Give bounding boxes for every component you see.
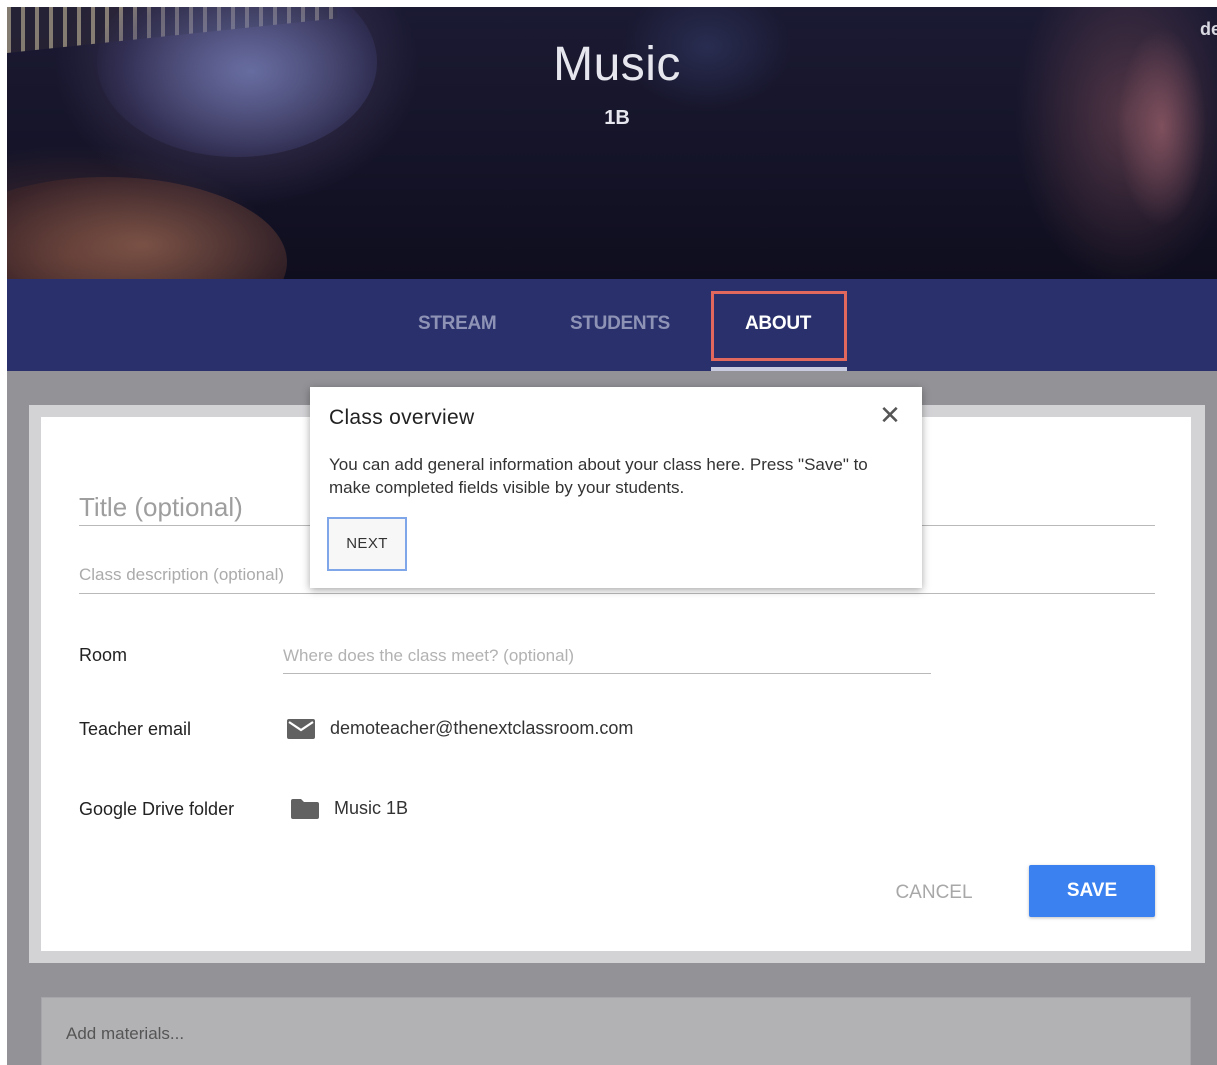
drive-folder-label: Google Drive folder	[79, 799, 235, 819]
add-materials-placeholder: Add materials...	[66, 1024, 185, 1043]
class-banner: Music 1B de	[7, 7, 1217, 279]
banner-guitar-body	[7, 177, 287, 279]
class-tab-bar: STREAM STUDENTS ABOUT	[7, 279, 1217, 371]
mail-icon	[287, 719, 315, 739]
class-section: 1B	[604, 107, 630, 129]
drive-folder-link[interactable]: Music 1B	[334, 798, 408, 819]
tab-about-highlight-box	[711, 291, 847, 361]
tab-students[interactable]: STUDENTS	[570, 309, 670, 339]
popup-body-text: You can add general information about yo…	[329, 455, 868, 497]
classroom-page: Music 1B de STREAM STUDENTS ABOUT Title …	[7, 7, 1217, 1065]
tab-stream[interactable]: STREAM	[418, 309, 497, 339]
teacher-email-label: Teacher email	[79, 719, 192, 739]
account-name[interactable]: de	[1200, 19, 1217, 40]
save-button[interactable]: SAVE	[1029, 865, 1155, 917]
cancel-button[interactable]: CANCEL	[889, 873, 979, 913]
add-materials-box[interactable]: Add materials...	[41, 997, 1191, 1065]
folder-icon	[291, 799, 319, 819]
close-icon[interactable]: ✕	[876, 401, 904, 429]
tab-active-indicator	[711, 367, 847, 371]
class-overview-popup: Class overview ✕ You can add general inf…	[310, 387, 922, 588]
popup-title: Class overview	[329, 406, 475, 429]
teacher-email-value: demoteacher@thenextclassroom.com	[330, 718, 634, 738]
room-input[interactable]: Where does the class meet? (optional)	[283, 643, 931, 674]
next-button[interactable]: NEXT	[327, 517, 407, 571]
class-title: Music	[553, 38, 681, 91]
room-label: Room	[79, 645, 128, 665]
